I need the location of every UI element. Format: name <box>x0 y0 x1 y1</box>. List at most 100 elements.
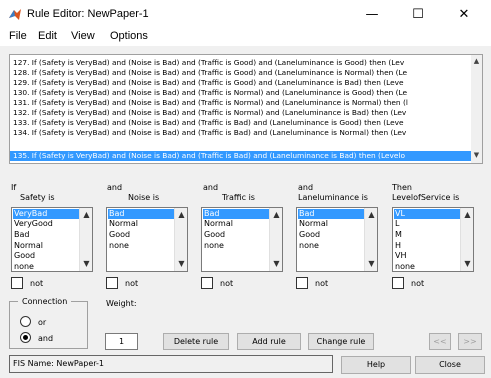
scroll-up-icon[interactable]: ▲ <box>175 209 187 221</box>
scroll-up-icon[interactable]: ▲ <box>270 209 282 221</box>
levelofservice-label: LevelofService is <box>392 193 460 202</box>
menu-edit[interactable]: Edit <box>38 30 57 42</box>
and-connector-label: and <box>107 183 123 192</box>
rule-list[interactable]: 127. If (Safety is VeryBad) and (Noise i… <box>9 54 483 164</box>
listbox-scrollbar[interactable]: ▲ ▼ <box>364 208 377 271</box>
rule-row-selected[interactable]: 135. If (Safety is VeryBad) and (Noise i… <box>10 151 472 161</box>
listbox-scrollbar[interactable]: ▲ ▼ <box>79 208 92 271</box>
menu-bar: File Edit View Options <box>0 28 491 46</box>
or-radio[interactable] <box>20 316 31 327</box>
help-button[interactable]: Help <box>341 356 411 374</box>
safety-listbox[interactable]: VeryBad VeryGood Bad Normal Good none ▲ … <box>11 207 93 272</box>
and-radio-label: and <box>38 334 54 343</box>
change-rule-button[interactable]: Change rule <box>308 333 374 350</box>
and-connector-label: and <box>203 183 219 192</box>
list-item[interactable]: Bad <box>13 230 80 240</box>
status-bar: FIS Name: NewPaper-1 <box>9 355 333 373</box>
safety-not-checkbox[interactable] <box>11 277 23 289</box>
traffic-listbox[interactable]: Bad Normal Good none ▲ ▼ <box>201 207 283 272</box>
list-item[interactable]: Bad <box>298 209 365 219</box>
traffic-not-checkbox[interactable] <box>201 277 213 289</box>
noise-not-checkbox[interactable] <box>106 277 118 289</box>
connection-title: Connection <box>18 297 72 306</box>
traffic-not-label: not <box>220 279 234 288</box>
add-rule-button[interactable]: Add rule <box>237 333 301 350</box>
listbox-scrollbar[interactable]: ▲ ▼ <box>269 208 282 271</box>
scroll-down-icon[interactable]: ▼ <box>471 150 482 161</box>
list-item[interactable]: Normal <box>108 219 175 229</box>
rule-row[interactable]: 132. If (Safety is VeryBad) and (Noise i… <box>10 108 472 118</box>
noise-label: Noise is <box>128 193 160 202</box>
if-connector-label: If <box>11 183 17 192</box>
list-item[interactable]: Bad <box>203 209 270 219</box>
list-item[interactable]: none <box>13 262 80 271</box>
rule-row[interactable]: 128. If (Safety is VeryBad) and (Noise i… <box>10 68 472 78</box>
status-text: FIS Name: NewPaper-1 <box>13 359 104 368</box>
list-item[interactable]: none <box>203 241 270 251</box>
scroll-up-icon[interactable]: ▲ <box>80 209 92 221</box>
list-item[interactable]: none <box>394 262 461 271</box>
and-connector-label: and <box>298 183 314 192</box>
or-radio-label: or <box>38 318 47 327</box>
list-item[interactable]: Good <box>298 230 365 240</box>
scroll-down-icon[interactable]: ▼ <box>461 258 473 270</box>
menu-file[interactable]: File <box>9 30 27 42</box>
listbox-scrollbar[interactable]: ▲ ▼ <box>460 208 473 271</box>
list-item[interactable]: Good <box>108 230 175 240</box>
and-radio[interactable] <box>20 332 31 343</box>
menu-view[interactable]: View <box>71 30 95 42</box>
menu-options[interactable]: Options <box>110 30 148 42</box>
noise-not-label: not <box>125 279 139 288</box>
scroll-up-icon[interactable]: ▲ <box>461 209 473 221</box>
noise-listbox[interactable]: Bad Normal Good none ▲ ▼ <box>106 207 188 272</box>
list-item[interactable]: Normal <box>203 219 270 229</box>
title-bar: Rule Editor: NewPaper-1 — ☐ ✕ <box>0 0 491 28</box>
list-item[interactable]: Normal <box>13 241 80 251</box>
scroll-up-icon[interactable]: ▲ <box>365 209 377 221</box>
listbox-scrollbar[interactable]: ▲ ▼ <box>174 208 187 271</box>
next-rule-button[interactable]: >> <box>458 333 482 350</box>
list-item[interactable]: Bad <box>108 209 175 219</box>
maximize-button[interactable]: ☐ <box>396 0 440 28</box>
list-item[interactable]: L <box>394 219 461 229</box>
rule-list-scrollbar[interactable]: ▲ ▼ <box>471 55 482 163</box>
weight-label: Weight: <box>106 299 137 308</box>
list-item[interactable]: Good <box>203 230 270 240</box>
list-item[interactable]: none <box>298 241 365 251</box>
rule-row[interactable]: 130. If (Safety is VeryBad) and (Noise i… <box>10 88 472 98</box>
scroll-down-icon[interactable]: ▼ <box>80 258 92 270</box>
list-item[interactable]: VH <box>394 251 461 261</box>
list-item[interactable]: M <box>394 230 461 240</box>
rule-row[interactable]: 129. If (Safety is VeryBad) and (Noise i… <box>10 78 472 88</box>
scroll-down-icon[interactable]: ▼ <box>270 258 282 270</box>
minimize-button[interactable]: — <box>350 0 394 28</box>
list-item[interactable]: H <box>394 241 461 251</box>
list-item[interactable]: Normal <box>298 219 365 229</box>
scroll-down-icon[interactable]: ▼ <box>365 258 377 270</box>
levelofservice-listbox[interactable]: VL L M H VH none ▲ ▼ <box>392 207 474 272</box>
rule-row[interactable]: 134. If (Safety is VeryBad) and (Noise i… <box>10 128 472 138</box>
weight-input[interactable]: 1 <box>105 333 138 350</box>
laneluminance-not-checkbox[interactable] <box>296 277 308 289</box>
list-item[interactable]: VeryBad <box>13 209 80 219</box>
rule-row[interactable]: 127. If (Safety is VeryBad) and (Noise i… <box>10 58 472 68</box>
list-item[interactable]: VeryGood <box>13 219 80 229</box>
laneluminance-label: Laneluminance is <box>298 193 368 202</box>
rule-row[interactable]: 131. If (Safety is VeryBad) and (Noise i… <box>10 98 472 108</box>
levelofservice-not-checkbox[interactable] <box>392 277 404 289</box>
scroll-up-icon[interactable]: ▲ <box>471 56 482 67</box>
scroll-down-icon[interactable]: ▼ <box>175 258 187 270</box>
list-item[interactable]: none <box>108 241 175 251</box>
safety-label: Safety is <box>20 193 55 202</box>
rule-row[interactable]: 133. If (Safety is VeryBad) and (Noise i… <box>10 118 472 128</box>
laneluminance-listbox[interactable]: Bad Normal Good none ▲ ▼ <box>296 207 378 272</box>
matlab-icon <box>9 9 21 20</box>
laneluminance-not-label: not <box>315 279 329 288</box>
delete-rule-button[interactable]: Delete rule <box>163 333 229 350</box>
list-item[interactable]: VL <box>394 209 461 219</box>
safety-not-label: not <box>30 279 44 288</box>
prev-rule-button[interactable]: << <box>429 333 451 350</box>
close-window-button[interactable]: ✕ <box>442 0 486 28</box>
close-button[interactable]: Close <box>415 356 485 374</box>
list-item[interactable]: Good <box>13 251 80 261</box>
